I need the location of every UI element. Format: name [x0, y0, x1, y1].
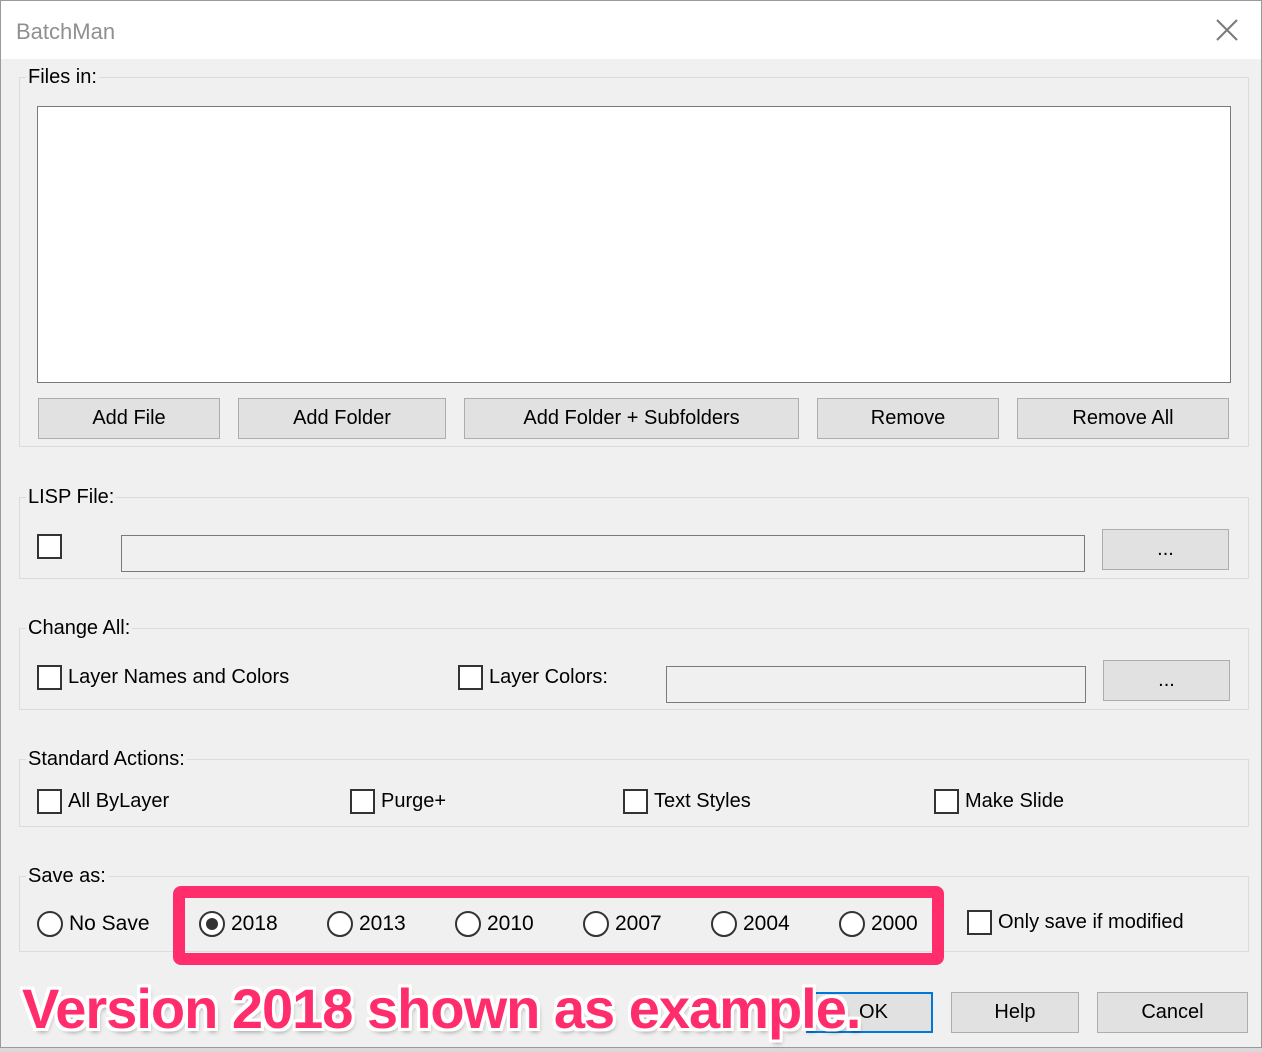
checkbox-box[interactable]	[967, 910, 992, 935]
add-folder-subfolders-button[interactable]: Add Folder + Subfolders	[464, 398, 799, 439]
lisp-browse-button[interactable]: ...	[1102, 529, 1229, 570]
purge-plus-label: Purge+	[381, 790, 447, 812]
cancel-button[interactable]: Cancel	[1097, 992, 1248, 1033]
radio-circle[interactable]	[455, 911, 481, 937]
radio-2010[interactable]: 2010	[455, 911, 534, 937]
checkbox-box[interactable]	[623, 789, 648, 814]
standard-actions-label: Standard Actions:	[26, 748, 187, 771]
radio-no-save[interactable]: No Save	[37, 911, 150, 937]
change-all-label: Change All:	[26, 617, 133, 640]
text-styles-checkbox[interactable]: Text Styles	[623, 789, 751, 814]
radio-label: 2007	[615, 912, 662, 935]
only-save-if-modified-checkbox[interactable]: Only save if modified	[967, 910, 1184, 935]
radio-circle-selected[interactable]	[199, 911, 225, 937]
radio-2004[interactable]: 2004	[711, 911, 790, 937]
layer-colors-checkbox[interactable]: Layer Colors:	[458, 665, 608, 690]
all-bylayer-checkbox[interactable]: All ByLayer	[37, 789, 169, 814]
help-button[interactable]: Help	[951, 992, 1079, 1033]
purge-plus-checkbox[interactable]: Purge+	[350, 789, 446, 814]
close-icon[interactable]	[1213, 16, 1241, 44]
radio-label: 2013	[359, 912, 406, 935]
radio-circle[interactable]	[37, 911, 63, 937]
radio-label: 2000	[871, 912, 918, 935]
radio-2013[interactable]: 2013	[327, 911, 406, 937]
checkbox-box[interactable]	[37, 665, 62, 690]
remove-button[interactable]: Remove	[817, 398, 999, 439]
layer-colors-label: Layer Colors:	[489, 666, 608, 688]
files-in-label: Files in:	[26, 66, 99, 89]
radio-circle[interactable]	[839, 911, 865, 937]
radio-2007[interactable]: 2007	[583, 911, 662, 937]
ok-label: OK	[859, 1001, 888, 1023]
lisp-file-label: LISP File:	[26, 486, 117, 509]
lisp-file-path-input[interactable]	[121, 535, 1085, 572]
radio-circle[interactable]	[583, 911, 609, 937]
title-bar: BatchMan	[1, 1, 1261, 59]
checkbox-box[interactable]	[37, 534, 62, 559]
layer-colors-browse-button[interactable]: ...	[1103, 660, 1230, 701]
radio-2000[interactable]: 2000	[839, 911, 918, 937]
radio-circle[interactable]	[711, 911, 737, 937]
files-listbox[interactable]	[37, 106, 1231, 383]
radio-label: No Save	[69, 912, 150, 935]
radio-label: 2010	[487, 912, 534, 935]
text-styles-label: Text Styles	[654, 790, 751, 812]
layer-colors-input[interactable]	[666, 666, 1086, 703]
checkbox-box[interactable]	[458, 665, 483, 690]
add-file-button[interactable]: Add File	[38, 398, 220, 439]
radio-circle[interactable]	[327, 911, 353, 937]
add-folder-button[interactable]: Add Folder	[238, 398, 446, 439]
checkbox-box[interactable]	[37, 789, 62, 814]
radio-label: 2018	[231, 912, 278, 935]
batchman-dialog: BatchMan Files in: Add File Add Folder A…	[0, 0, 1262, 1048]
remove-all-button[interactable]: Remove All	[1017, 398, 1229, 439]
ok-button[interactable]: OK	[806, 992, 933, 1033]
checkbox-box[interactable]	[934, 789, 959, 814]
checkbox-box[interactable]	[350, 789, 375, 814]
radio-label: 2004	[743, 912, 790, 935]
lisp-file-checkbox[interactable]	[37, 534, 68, 559]
window-title: BatchMan	[16, 19, 116, 44]
make-slide-label: Make Slide	[965, 790, 1064, 812]
only-save-if-modified-label: Only save if modified	[998, 911, 1184, 933]
layer-names-colors-checkbox[interactable]: Layer Names and Colors	[37, 665, 289, 690]
make-slide-checkbox[interactable]: Make Slide	[934, 789, 1064, 814]
all-bylayer-label: All ByLayer	[68, 790, 170, 812]
layer-names-colors-label: Layer Names and Colors	[68, 666, 290, 688]
radio-2018[interactable]: 2018	[199, 911, 278, 937]
save-as-label: Save as:	[26, 865, 108, 888]
